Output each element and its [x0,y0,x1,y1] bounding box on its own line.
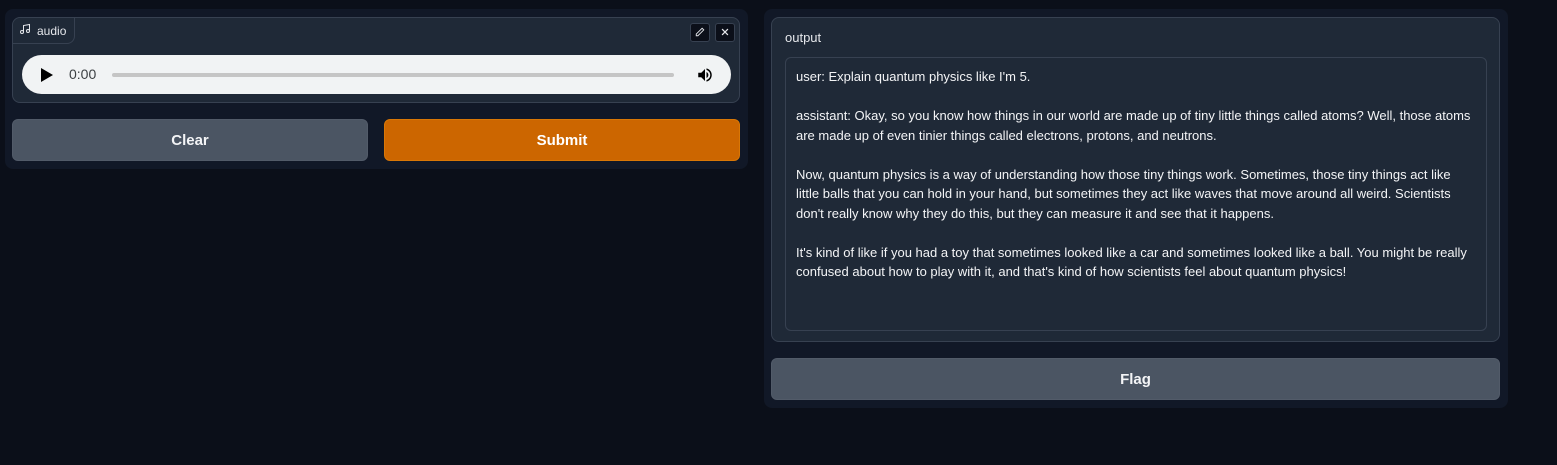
flag-button[interactable]: Flag [771,358,1500,400]
output-paragraph: Now, quantum physics is a way of underst… [796,166,1451,221]
output-paragraph: user: Explain quantum physics like I'm 5… [796,69,1031,84]
close-icon [720,24,730,42]
output-paragraph: assistant: Okay, so you know how things … [796,108,1471,143]
output-textbox[interactable]: user: Explain quantum physics like I'm 5… [785,57,1487,331]
play-icon [40,68,54,87]
audio-player: 0:00 [22,55,731,94]
output-paragraph: It's kind of like if you had a toy that … [796,244,1467,280]
audio-time: 0:00 [69,66,97,82]
audio-seek-bar[interactable] [112,73,674,77]
play-button[interactable] [40,67,54,83]
clear-audio-button[interactable] [715,23,735,42]
audio-label-text: audio [37,23,67,38]
clear-button[interactable]: Clear [12,119,368,161]
output-panel: output user: Explain quantum physics lik… [764,9,1508,408]
submit-button[interactable]: Submit [384,119,740,161]
edit-button[interactable] [690,23,710,42]
audio-label: audio [13,18,76,44]
music-note-icon [19,23,31,38]
output-label: output [785,30,822,45]
volume-icon [696,68,714,88]
volume-button[interactable] [696,66,714,84]
input-panel: audio 0:00 Clear Submit [5,9,748,169]
audio-input: audio 0:00 [12,17,740,103]
output-block: output user: Explain quantum physics lik… [771,17,1500,342]
pencil-icon [695,24,705,42]
